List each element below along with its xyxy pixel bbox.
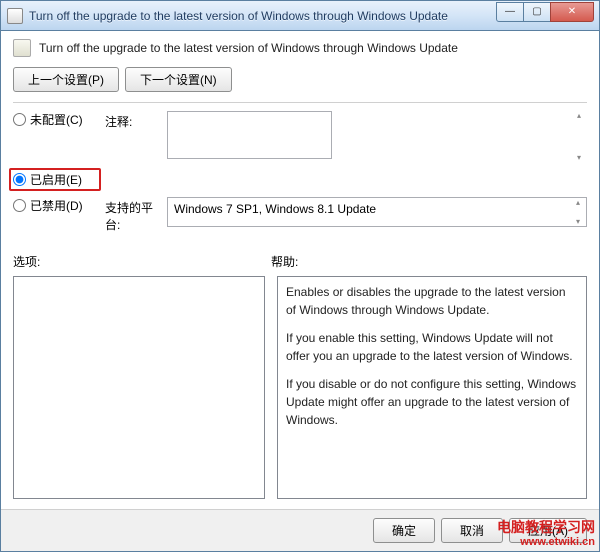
- scroll-up-icon: ▴: [573, 111, 585, 120]
- next-setting-button[interactable]: 下一个设置(N): [125, 67, 232, 92]
- minimize-button[interactable]: —: [496, 2, 524, 22]
- radio-not-configured-input[interactable]: [13, 113, 26, 126]
- content-area: Turn off the upgrade to the latest versi…: [1, 31, 599, 509]
- app-icon: [7, 8, 23, 24]
- supported-platforms-box: Windows 7 SP1, Windows 8.1 Update ▴ ▾: [167, 197, 587, 227]
- policy-header: Turn off the upgrade to the latest versi…: [13, 39, 587, 57]
- comment-textarea[interactable]: [167, 111, 332, 159]
- policy-title: Turn off the upgrade to the latest versi…: [39, 41, 458, 55]
- options-panel: [13, 276, 265, 499]
- cancel-button[interactable]: 取消: [441, 518, 503, 543]
- titlebar: Turn off the upgrade to the latest versi…: [1, 1, 599, 31]
- radio-enabled-input[interactable]: [13, 173, 26, 186]
- panels: Enables or disables the upgrade to the l…: [13, 276, 587, 499]
- gpo-editor-window: Turn off the upgrade to the latest versi…: [0, 0, 600, 552]
- scroll-up-icon: ▴: [572, 198, 584, 207]
- help-text-1: Enables or disables the upgrade to the l…: [286, 283, 578, 319]
- mid-labels: 选项: 帮助:: [13, 253, 587, 270]
- help-text-2: If you enable this setting, Windows Upda…: [286, 329, 578, 365]
- apply-button[interactable]: 应用(A): [509, 518, 587, 543]
- options-label: 选项:: [13, 253, 271, 270]
- radio-not-configured[interactable]: 未配置(C): [13, 111, 105, 128]
- help-label: 帮助:: [271, 253, 298, 270]
- help-text-3: If you disable or do not configure this …: [286, 375, 578, 429]
- previous-setting-button[interactable]: 上一个设置(P): [13, 67, 119, 92]
- window-title: Turn off the upgrade to the latest versi…: [29, 9, 497, 23]
- scroll-down-icon: ▾: [573, 153, 585, 162]
- radio-disabled-input[interactable]: [13, 199, 26, 212]
- footer: 确定 取消 应用(A) 电脑教程学习网 www.etwiki.cn: [1, 509, 599, 551]
- radio-enabled[interactable]: 已启用(E): [9, 168, 101, 191]
- policy-icon: [13, 39, 31, 57]
- help-panel: Enables or disables the upgrade to the l…: [277, 276, 587, 499]
- radio-enabled-label: 已启用(E): [30, 171, 82, 188]
- config-area: 未配置(C) 注释: ▴ ▾ 已启用(E) 已禁用(D): [13, 111, 587, 239]
- nav-buttons: 上一个设置(P) 下一个设置(N): [13, 67, 587, 92]
- supported-label: 支持的平台:: [105, 197, 167, 233]
- comment-label: 注释:: [105, 111, 167, 130]
- window-controls: — ▢ ✕: [497, 2, 594, 22]
- close-button[interactable]: ✕: [550, 2, 594, 22]
- maximize-button[interactable]: ▢: [523, 2, 551, 22]
- supported-platforms-text: Windows 7 SP1, Windows 8.1 Update: [174, 202, 376, 216]
- radio-not-configured-label: 未配置(C): [30, 111, 83, 128]
- radio-disabled[interactable]: 已禁用(D): [13, 197, 105, 214]
- scroll-down-icon: ▾: [572, 217, 584, 226]
- radio-disabled-label: 已禁用(D): [30, 197, 83, 214]
- divider: [13, 102, 587, 103]
- ok-button[interactable]: 确定: [373, 518, 435, 543]
